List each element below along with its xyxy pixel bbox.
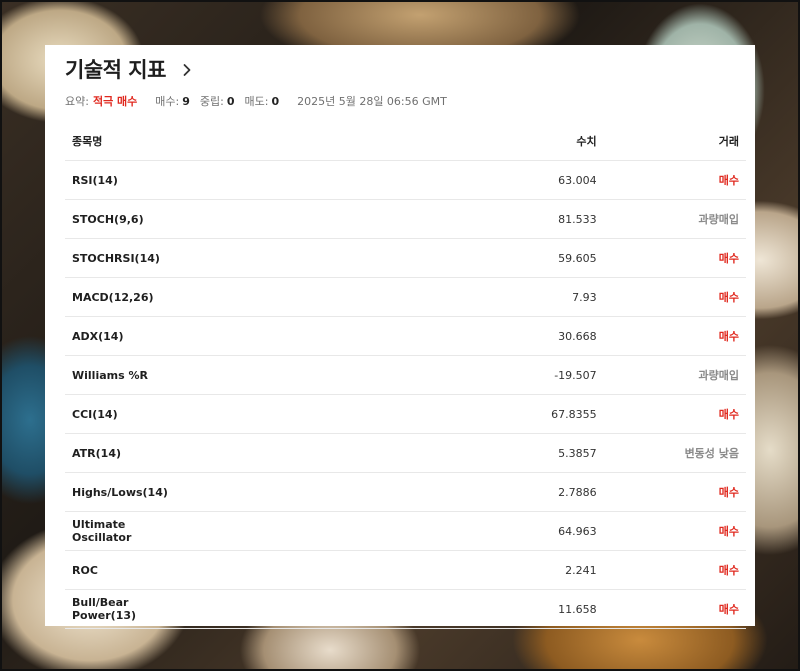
table-row[interactable]: STOCH(9,6) 81.533 과량매입 xyxy=(65,199,746,239)
table-row[interactable]: ADX(14) 30.668 매수 xyxy=(65,316,746,356)
column-header-name: 종목명 xyxy=(65,121,175,161)
indicator-name[interactable]: STOCHRSI(14) xyxy=(65,238,175,278)
indicator-action: 매수 xyxy=(603,589,746,629)
indicator-action: 매수 xyxy=(603,550,746,590)
table-row[interactable]: STOCHRSI(14) 59.605 매수 xyxy=(65,238,746,278)
column-header-value: 수치 xyxy=(174,121,604,161)
indicator-name[interactable]: Ultimate Oscillator xyxy=(65,511,175,551)
indicator-name[interactable]: Highs/Lows(14) xyxy=(65,472,175,512)
table-row[interactable]: Ultimate Oscillator 64.963 매수 xyxy=(65,511,746,551)
indicator-action: 매수 xyxy=(603,472,746,512)
indicator-value: 64.963 xyxy=(174,511,604,551)
table-row[interactable]: Bull/Bear Power(13) 11.658 매수 xyxy=(65,589,746,629)
indicator-value: 67.8355 xyxy=(174,394,604,434)
indicator-name[interactable]: STOCH(9,6) xyxy=(65,199,175,239)
column-header-action: 거래 xyxy=(603,121,746,161)
indicator-name[interactable]: MACD(12,26) xyxy=(65,277,175,317)
panel-header[interactable]: 기술적 지표 xyxy=(65,51,194,87)
summary-label: 요약: xyxy=(65,95,89,108)
indicator-action: 과량매입 xyxy=(603,199,746,239)
indicator-value: 11.658 xyxy=(174,589,604,629)
indicator-action: 매수 xyxy=(603,394,746,434)
table-row[interactable]: RSI(14) 63.004 매수 xyxy=(65,160,746,200)
summary-verdict: 적극 매수 xyxy=(92,95,138,108)
indicator-action: 매수 xyxy=(603,277,746,317)
indicator-action: 매수 xyxy=(603,511,746,551)
indicator-name[interactable]: ATR(14) xyxy=(65,433,175,473)
indicator-name[interactable]: Williams %R xyxy=(65,355,175,395)
indicator-action: 과량매입 xyxy=(603,355,746,395)
indicator-name[interactable]: ADX(14) xyxy=(65,316,175,356)
table-row[interactable]: Highs/Lows(14) 2.7886 매수 xyxy=(65,472,746,512)
technical-indicators-panel: 기술적 지표 요약: 적극 매수 매수: 9 중립: 0 매도: 0 2025년… xyxy=(45,45,755,629)
indicator-value: 63.004 xyxy=(174,160,604,200)
indicator-name[interactable]: Bull/Bear Power(13) xyxy=(65,589,175,629)
indicator-action: 변동성 낮음 xyxy=(603,433,746,473)
neutral-count-label: 중립: xyxy=(199,95,224,108)
indicator-action: 매수 xyxy=(603,316,746,356)
indicator-value: 30.668 xyxy=(174,316,604,356)
summary-line: 요약: 적극 매수 매수: 9 중립: 0 매도: 0 2025년 5월 28일… xyxy=(65,93,447,109)
indicator-value: -19.507 xyxy=(174,355,604,395)
indicator-name[interactable]: RSI(14) xyxy=(65,160,175,200)
table-row[interactable]: CCI(14) 67.8355 매수 xyxy=(65,394,746,434)
indicator-value: 7.93 xyxy=(174,277,604,317)
table-row[interactable]: Williams %R -19.507 과량매입 xyxy=(65,355,746,395)
page-title[interactable]: 기술적 지표 xyxy=(65,54,166,84)
indicators-table: 종목명 수치 거래 RSI(14) 63.004 매수 STOCH(9,6) 81.53… xyxy=(65,121,746,629)
indicator-value: 59.605 xyxy=(174,238,604,278)
buy-count: 9 xyxy=(182,94,190,108)
chevron-right-icon[interactable] xyxy=(180,62,194,76)
table-row[interactable]: ATR(14) 5.3857 변동성 낮음 xyxy=(65,433,746,473)
indicator-value: 2.7886 xyxy=(174,472,604,512)
indicator-name[interactable]: ROC xyxy=(65,550,175,590)
indicator-action: 매수 xyxy=(603,238,746,278)
indicator-value: 5.3857 xyxy=(174,433,604,473)
table-row[interactable]: MACD(12,26) 7.93 매수 xyxy=(65,277,746,317)
sell-count-label: 매도: xyxy=(244,95,269,108)
buy-count-label: 매수: xyxy=(155,95,180,108)
indicator-name[interactable]: CCI(14) xyxy=(65,394,175,434)
indicator-value: 2.241 xyxy=(174,550,604,590)
sell-count: 0 xyxy=(271,94,280,108)
indicator-action: 매수 xyxy=(603,160,746,200)
table-header-row: 종목명 수치 거래 xyxy=(65,121,746,161)
timestamp: 2025년 5월 28일 06:56 GMT xyxy=(297,95,447,108)
neutral-count: 0 xyxy=(226,94,235,108)
table-row[interactable]: ROC 2.241 매수 xyxy=(65,550,746,590)
indicator-value: 81.533 xyxy=(174,199,604,239)
